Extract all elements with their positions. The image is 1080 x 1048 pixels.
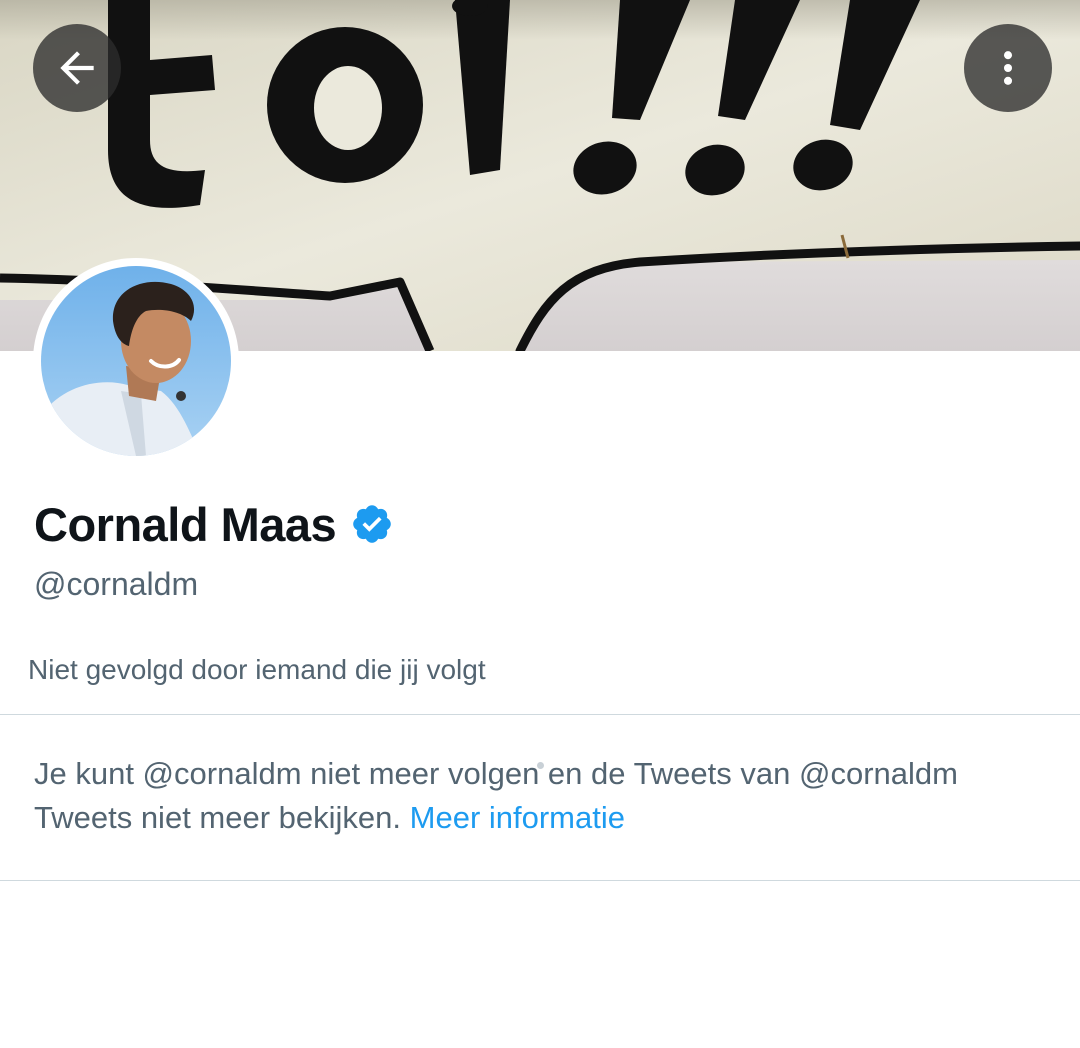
loading-indicator xyxy=(537,762,544,769)
profile-handle: @cornaldm xyxy=(34,566,199,602)
notice-line-1: Je kunt @cornaldm niet meer volgen en de… xyxy=(34,756,958,791)
followers-you-know-note: Niet gevolgd door iemand die jij volgt xyxy=(28,654,486,685)
more-options-button[interactable] xyxy=(964,24,1052,112)
back-button[interactable] xyxy=(33,24,121,112)
notice-line-2-text: Tweets niet meer bekijken. xyxy=(34,800,402,835)
profile-name-row: Cornald Maas xyxy=(34,492,394,556)
arrow-left-icon xyxy=(60,51,94,85)
notice-line-2: Tweets niet meer bekijken. Meer informat… xyxy=(34,796,1044,840)
divider xyxy=(0,714,1080,715)
divider xyxy=(0,880,1080,881)
verified-badge-icon[interactable] xyxy=(350,502,394,546)
more-vertical-icon xyxy=(1003,51,1013,85)
display-name: Cornald Maas xyxy=(34,497,337,551)
more-info-link[interactable]: Meer informatie xyxy=(410,800,625,835)
avatar-image xyxy=(41,266,231,456)
avatar[interactable] xyxy=(33,258,239,464)
